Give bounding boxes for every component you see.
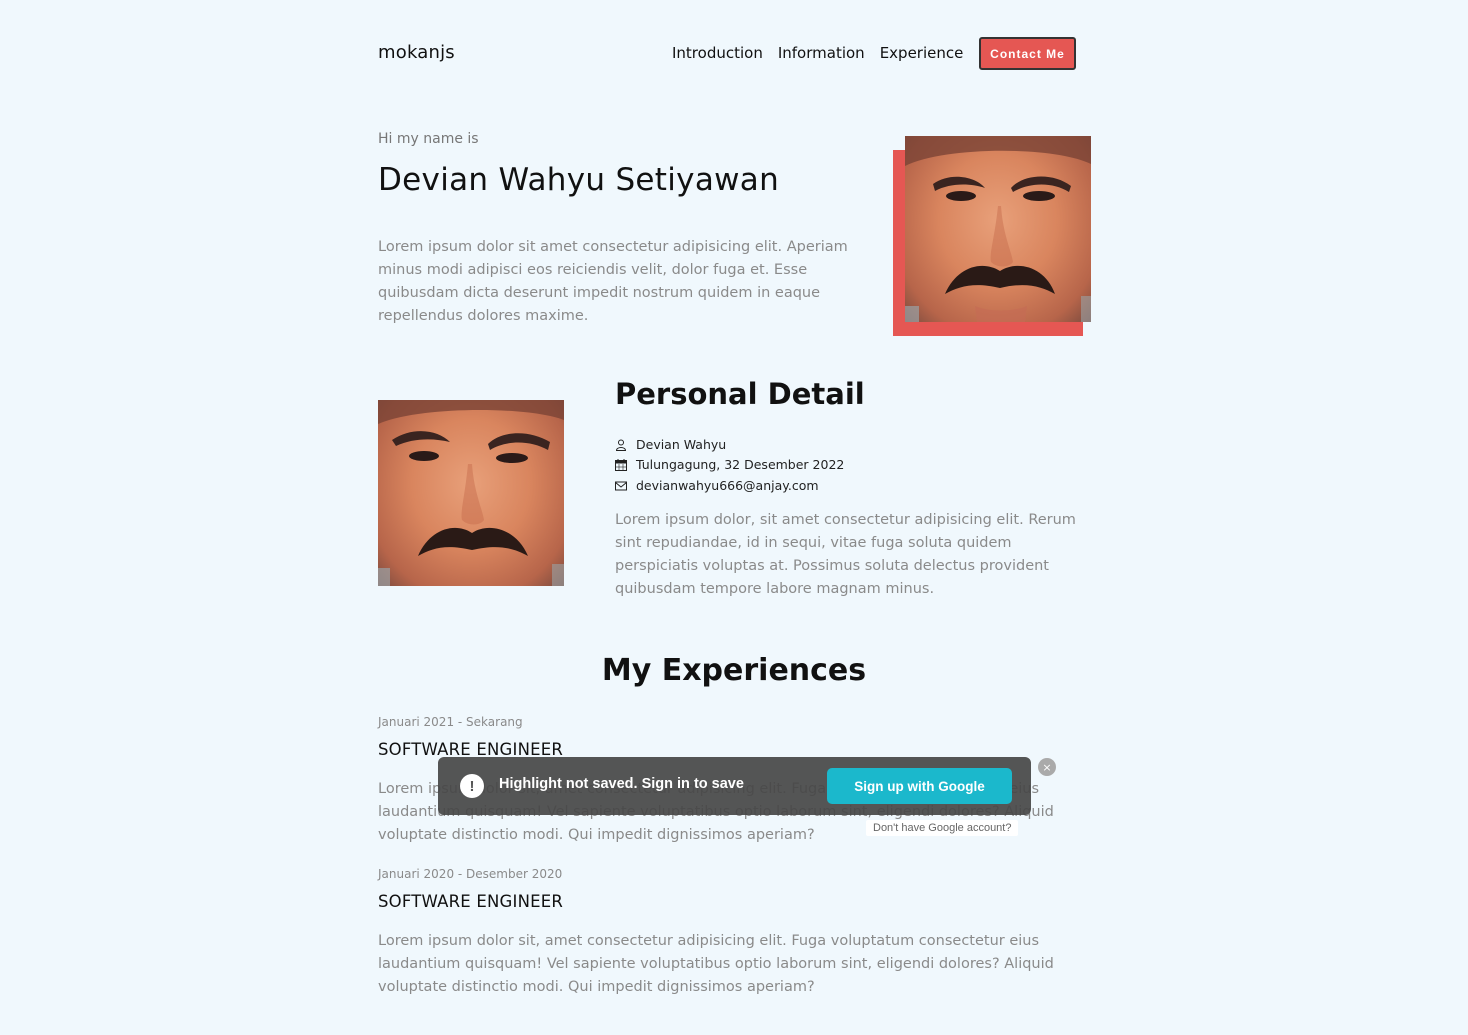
- main-nav: Introduction Information Experience: [672, 44, 963, 62]
- greeting: Hi my name is: [378, 131, 479, 147]
- detail-email-row: devianwahyu666@anjay.com: [615, 478, 819, 493]
- contact-me-button[interactable]: Contact Me: [979, 37, 1076, 70]
- warning-icon: !: [460, 774, 484, 798]
- intro-text: Lorem ipsum dolor sit amet consectetur a…: [378, 239, 848, 324]
- nav-experience[interactable]: Experience: [880, 44, 964, 62]
- detail-birth-row: Tulungagung, 32 Desember 2022: [615, 457, 844, 472]
- nav-introduction[interactable]: Introduction: [672, 44, 763, 62]
- detail-email[interactable]: devianwahyu666@anjay.com: [636, 478, 819, 493]
- detail-birth: Tulungagung, 32 Desember 2022: [636, 457, 845, 472]
- calendar-icon: [615, 458, 627, 471]
- page-title: Devian Wahyu Setiyawan: [378, 162, 780, 198]
- close-icon[interactable]: ×: [1038, 758, 1056, 776]
- brand-logo[interactable]: mokanjs: [378, 42, 455, 63]
- detail-name-row: Devian Wahyu: [615, 437, 726, 452]
- experiences-heading: My Experiences: [601, 653, 867, 688]
- envelope-icon: [615, 481, 627, 490]
- experience-date: Januari 2021 - Sekarang: [378, 715, 523, 729]
- detail-name: Devian Wahyu: [636, 437, 727, 452]
- user-icon: [615, 439, 627, 451]
- detail-photo: [378, 400, 564, 586]
- google-signup-button[interactable]: Sign up with Google: [827, 768, 1012, 804]
- personal-detail-heading: Personal Detail: [615, 377, 865, 411]
- experience-description: Lorem ipsum dolor sit, amet consectetur …: [378, 933, 1054, 995]
- detail-text: Lorem ipsum dolor, sit amet consectetur …: [615, 512, 1076, 597]
- toast-message: Highlight not saved. Sign in to save: [499, 776, 744, 792]
- nav-information[interactable]: Information: [778, 44, 865, 62]
- experience-date: Januari 2020 - Desember 2020: [378, 867, 563, 881]
- profile-photo: [905, 136, 1091, 322]
- no-google-account-link[interactable]: Don't have Google account?: [866, 820, 1019, 836]
- experience-role: SOFTWARE ENGINEER: [378, 892, 564, 911]
